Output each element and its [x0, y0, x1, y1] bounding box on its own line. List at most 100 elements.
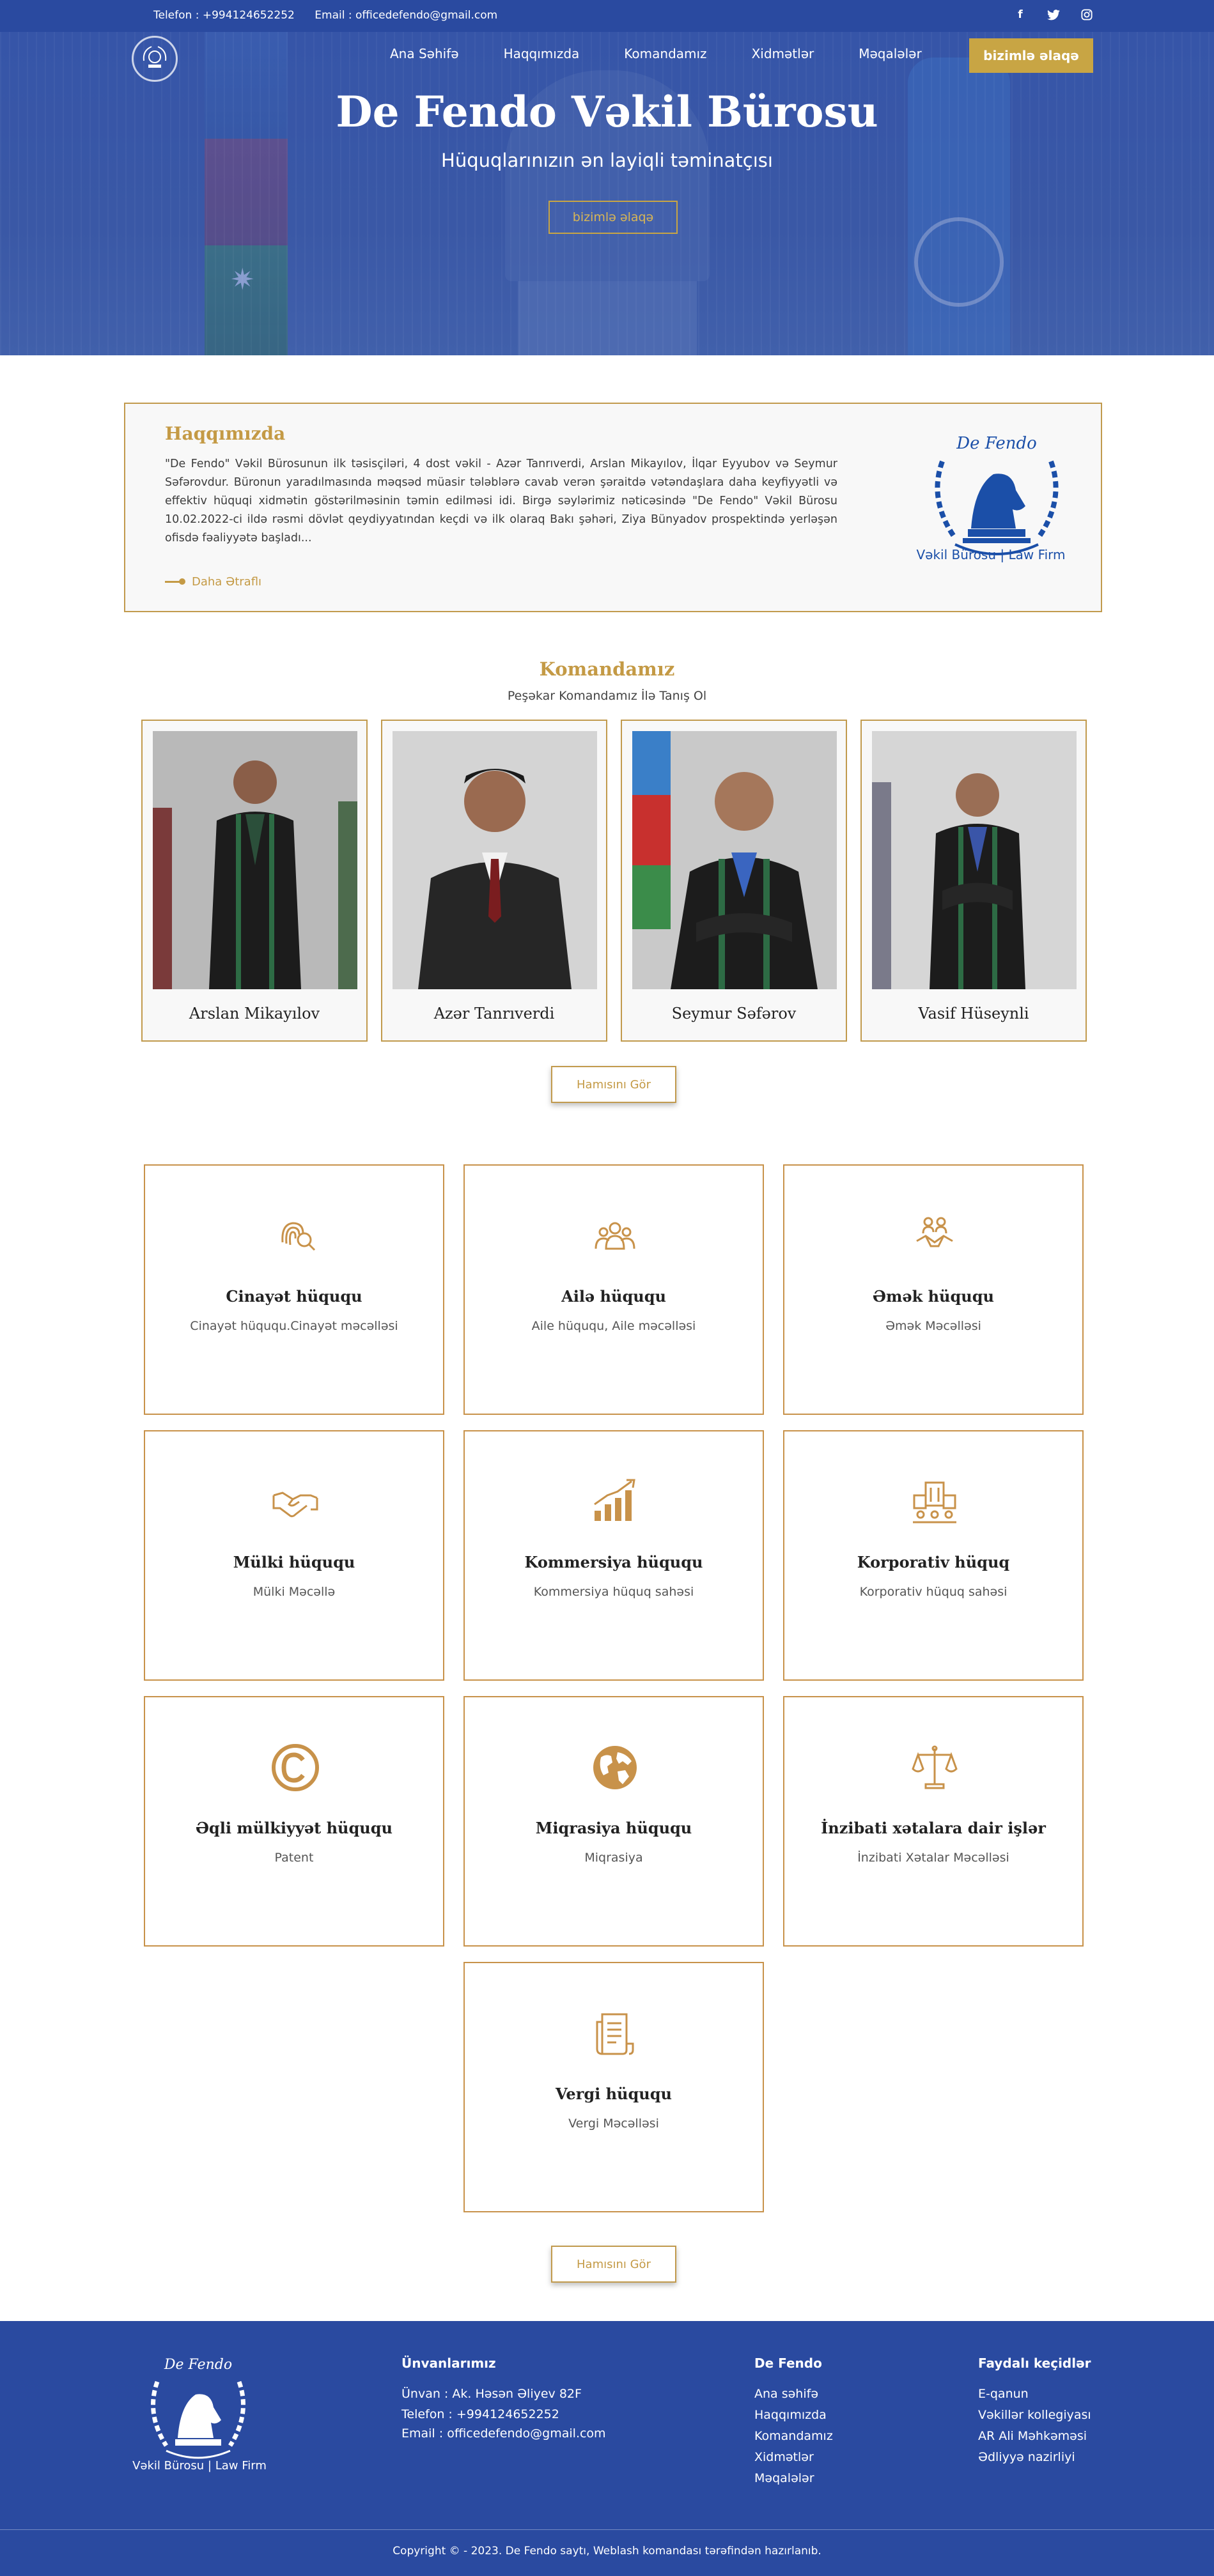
logo-caption: Vəkil Bürosu | Law Firm	[916, 547, 1066, 562]
social-links: f	[1013, 8, 1094, 22]
footer-logo[interactable]: De Fendo	[134, 2350, 262, 2465]
member-name: Arslan Mikayılov	[189, 1005, 320, 1022]
nav-team[interactable]: Komandamız	[624, 46, 706, 61]
twitter-icon[interactable]	[1047, 8, 1061, 22]
instagram-icon[interactable]	[1080, 8, 1094, 22]
footer-address-column: Ünvanlarımız Ünvan : Ak. Həsən Əliyev 82…	[401, 2356, 606, 2443]
service-desc: Kommersiya hüquq sahəsi	[533, 1585, 694, 1599]
footer-site-links: De Fendo Ana səhifə Haqqımızda Komandamı…	[754, 2356, 833, 2489]
service-title: Vergi hüququ	[556, 2085, 672, 2103]
nav-contact-button[interactable]: bizimlə əlaqə	[969, 38, 1093, 73]
globe-icon	[593, 1746, 637, 1789]
team-title: Komandamız	[539, 658, 675, 680]
service-card[interactable]: Mülki hüququ Mülki Məcəllə	[144, 1430, 444, 1681]
service-card[interactable]: Ailə hüququ Aile hüququ, Aile məcəlləsi	[463, 1164, 764, 1415]
hero-contact-button[interactable]: bizimlə əlaqə	[549, 201, 678, 234]
service-card[interactable]: İnzibati xətalara dair işlər İnzibati Xə…	[783, 1696, 1084, 1947]
hero-subtitle: Hüquqlarınızın ən layiqli təminatçısı	[441, 150, 773, 171]
service-desc: Patent	[274, 1851, 314, 1865]
service-desc: Mülki Məcəllə	[253, 1585, 336, 1599]
member-name: Vasif Hüseynli	[918, 1005, 1029, 1022]
member-photo	[393, 731, 597, 989]
footer-link-eqanun[interactable]: E-qanun	[978, 2384, 1091, 2405]
handshake-people-icon	[916, 1217, 953, 1247]
service-desc: İnzibati Xətalar Məcəlləsi	[857, 1851, 1009, 1865]
footer-email[interactable]: Email : officedefendo@gmail.com	[401, 2424, 606, 2443]
service-card[interactable]: Korporativ hüquq Korporativ hüquq sahəsi	[783, 1430, 1084, 1681]
site-logo[interactable]	[132, 36, 178, 82]
service-card[interactable]: Kommersiya hüququ Kommersiya hüquq sahəs…	[463, 1430, 764, 1681]
footer-address: Ünvan : Ak. Həsən Əliyev 82F	[401, 2387, 582, 2401]
footer-link-services[interactable]: Xidmətlər	[754, 2447, 833, 2468]
team-card[interactable]: Vasif Hüseynli	[860, 720, 1087, 1042]
footer-phone: Telefon : +994124652252	[401, 2407, 559, 2421]
team-subtitle: Peşəkar Komandamız İlə Tanış Ol	[507, 689, 707, 703]
service-card[interactable]: Əmək hüququ Əmək Məcəlləsi	[783, 1164, 1084, 1415]
footer-logo-text: De Fendo	[164, 2357, 232, 2373]
footer-divider	[0, 2529, 1214, 2530]
service-title: Korporativ hüquq	[857, 1553, 1010, 1571]
service-title: Cinayət hüququ	[226, 1287, 362, 1306]
footer-link-articles[interactable]: Məqalələr	[754, 2468, 833, 2489]
service-desc: Korporativ hüquq sahəsi	[859, 1585, 1008, 1599]
footer-address-title: Ünvanlarımız	[401, 2356, 496, 2371]
topbar-phone: Telefon : +994124652252	[153, 9, 295, 22]
nav-articles[interactable]: Məqalələr	[859, 46, 921, 61]
service-title: Mülki hüququ	[233, 1553, 355, 1571]
service-desc: Aile hüququ, Aile məcəlləsi	[531, 1319, 696, 1333]
footer-link-home[interactable]: Ana səhifə	[754, 2384, 833, 2405]
team-see-all-button[interactable]: Hamısını Gör	[551, 1066, 676, 1103]
member-photo	[872, 731, 1077, 989]
top-contact-bar: Telefon : +994124652252 Email : officede…	[0, 0, 1214, 32]
about-section: Haqqımızda "De Fendo" Vəkil Bürosunun il…	[124, 403, 1102, 612]
copyright-icon	[272, 1744, 319, 1791]
footer-col3-title: Faydalı keçidlər	[978, 2356, 1091, 2371]
growth-chart-icon	[594, 1479, 635, 1521]
facebook-icon[interactable]: f	[1013, 8, 1027, 22]
about-text: "De Fendo" Vəkil Bürosunun ilk təsisçilə…	[165, 458, 837, 544]
service-desc: Vergi Məcəlləsi	[568, 2117, 659, 2131]
footer: De Fendo Vəkil Bürosu | Law Firm Ünvanla…	[0, 2321, 1214, 2576]
service-card[interactable]: Əqli mülkiyyət hüququ Patent	[144, 1696, 444, 1947]
member-name: Azər Tanrıverdi	[433, 1005, 555, 1022]
nav-about[interactable]: Haqqımızda	[504, 46, 580, 61]
service-title: Kommersiya hüququ	[524, 1553, 703, 1571]
services-see-all-button[interactable]: Hamısını Gör	[551, 2246, 676, 2283]
arrow-line-icon	[165, 578, 185, 585]
service-card[interactable]: Miqrasiya hüququ Miqrasiya	[463, 1696, 764, 1947]
team-card[interactable]: Azər Tanrıverdi	[381, 720, 607, 1042]
service-desc: Cinayət hüququ.Cinayət məcəlləsi	[190, 1319, 398, 1333]
read-more-link[interactable]: Daha Ətraflı	[165, 575, 261, 589]
family-icon	[595, 1222, 635, 1250]
team-card[interactable]: Seymur Səfərov	[621, 720, 847, 1042]
member-photo	[632, 731, 837, 989]
footer-copyright: Copyright © - 2023. De Fendo saytı, Webl…	[393, 2545, 821, 2557]
scales-icon	[912, 1745, 958, 1789]
main-nav: Ana Səhifə Haqqımızda Komandamız Xidmətl…	[390, 46, 922, 61]
footer-link-team[interactable]: Komandamız	[754, 2426, 833, 2447]
service-card[interactable]: Vergi hüququ Vergi Məcəlləsi	[463, 1962, 764, 2212]
footer-link-about[interactable]: Haqqımızda	[754, 2405, 833, 2426]
fingerprint-search-icon	[281, 1222, 316, 1251]
hero-section: ✷	[0, 32, 1214, 355]
nav-services[interactable]: Xidmətlər	[752, 46, 814, 61]
footer-link-supreme-court[interactable]: AR Ali Məhkəməsi	[978, 2426, 1091, 2447]
topbar-email[interactable]: Email : officedefendo@gmail.com	[315, 9, 497, 22]
about-title: Haqqımızda	[165, 423, 286, 444]
handshake-icon	[272, 1492, 318, 1518]
service-title: Əqli mülkiyyət hüququ	[196, 1819, 393, 1837]
service-card[interactable]: Cinayət hüququ Cinayət hüququ.Cinayət mə…	[144, 1164, 444, 1415]
footer-link-justice-ministry[interactable]: Ədliyyə nazirliyi	[978, 2447, 1091, 2468]
nav-home[interactable]: Ana Səhifə	[390, 46, 459, 61]
logo-text: De Fendo	[956, 434, 1037, 453]
service-desc: Miqrasiya	[584, 1851, 643, 1865]
contact-info: Telefon : +994124652252 Email : officede…	[153, 9, 514, 22]
team-card[interactable]: Arslan Mikayılov	[141, 720, 368, 1042]
footer-link-bar-association[interactable]: Vəkillər kollegiyası	[978, 2405, 1091, 2426]
read-more-label: Daha Ətraflı	[192, 575, 262, 589]
hero-title: De Fendo Vəkil Bürosu	[336, 87, 878, 137]
service-title: İnzibati xətalara dair işlər	[821, 1819, 1046, 1837]
service-title: Ailə hüququ	[561, 1287, 666, 1306]
footer-useful-links: Faydalı keçidlər E-qanun Vəkillər kolleg…	[978, 2356, 1091, 2468]
footer-col2-title: De Fendo	[754, 2356, 822, 2371]
